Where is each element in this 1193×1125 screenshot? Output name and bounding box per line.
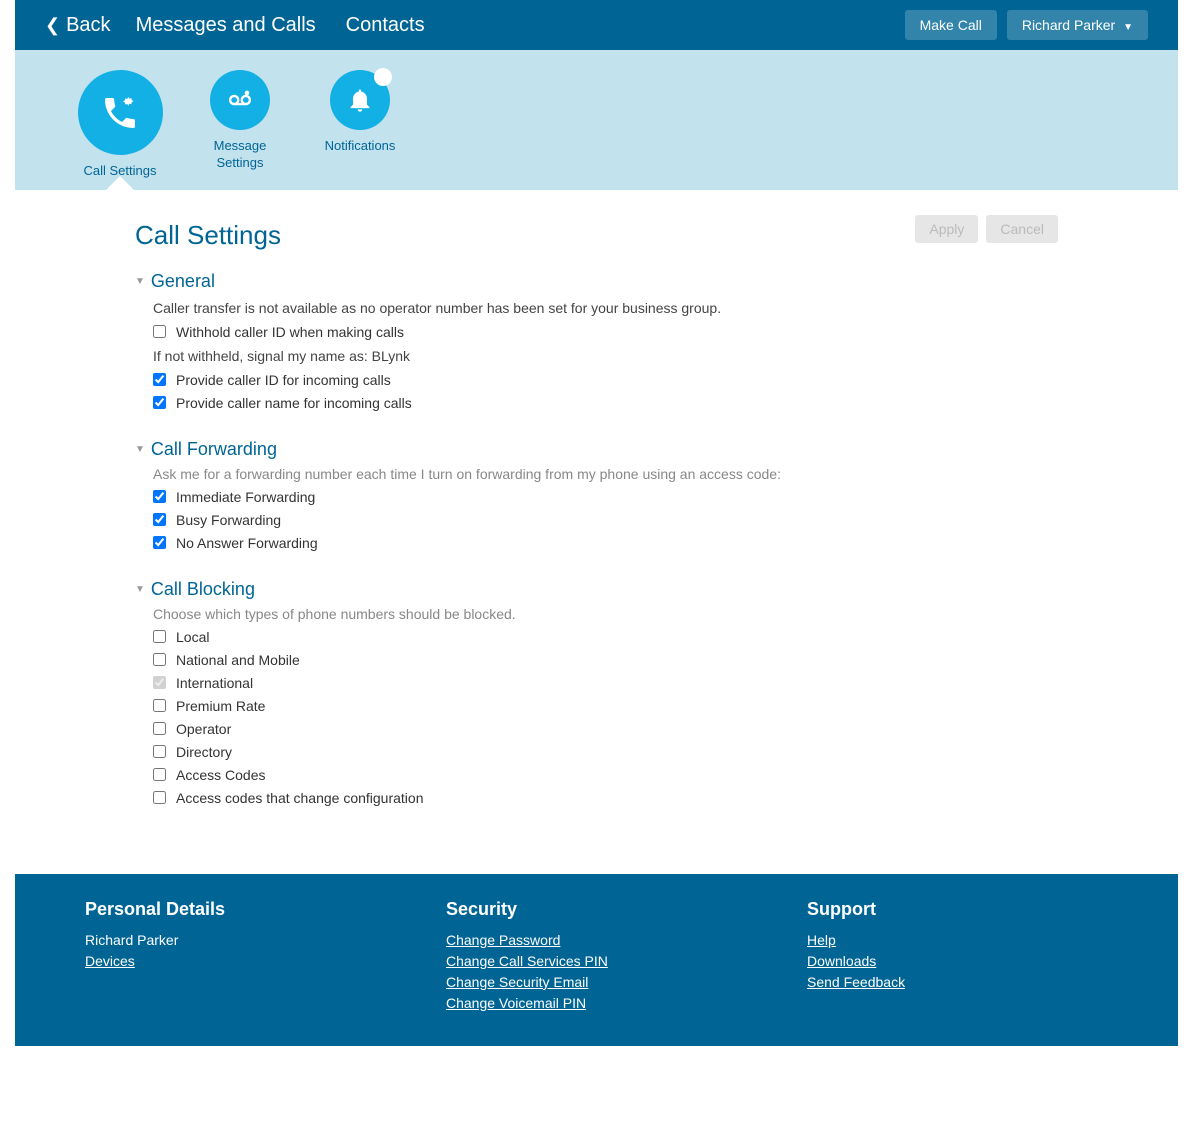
bell-icon [346,86,374,114]
section-call-blocking: ▼ Call Blocking Choose which types of ph… [135,579,1058,806]
footer-link[interactable]: Change Call Services PIN [446,953,747,969]
checkbox-label: Premium Rate [176,698,265,714]
checkbox-label: Access Codes [176,767,265,783]
tab-label: Message Settings [195,138,285,172]
tab-message-settings[interactable]: Message Settings [195,70,285,180]
checkbox-label: Provide caller ID for incoming calls [176,372,391,388]
section-toggle-general[interactable]: ▼ General [135,271,1058,292]
apply-button[interactable]: Apply [915,215,978,243]
checkbox-label: Withhold caller ID when making calls [176,324,404,340]
section-toggle-forwarding[interactable]: ▼ Call Forwarding [135,439,1058,460]
tab-notifications[interactable]: Notifications [315,70,405,180]
checkbox-label: Local [176,629,209,645]
footer-link[interactable]: Devices [85,953,386,969]
checkbox-label: Directory [176,744,232,760]
triangle-down-icon: ▼ [135,584,145,595]
phone-gear-icon [100,93,140,133]
section-call-forwarding: ▼ Call Forwarding Ask me for a forwardin… [135,439,1058,551]
back-button[interactable]: ❮ Back [45,14,111,37]
blocking-checkbox[interactable] [153,676,166,689]
section-title: Call Blocking [151,579,255,600]
footer-link[interactable]: Downloads [807,953,1108,969]
footer-column: Security Change Password Change Call Servi… [446,899,747,1016]
check-badge-icon [374,68,392,86]
footer-heading: Support [807,899,1108,920]
footer-link[interactable]: Help [807,932,1108,948]
provide-caller-name-checkbox[interactable] [153,396,166,409]
footer-heading: Personal Details [85,899,386,920]
topbar: ❮ Back Messages and Calls Contacts Make … [15,0,1178,50]
forwarding-checkbox[interactable] [153,536,166,549]
tab-header: Call Settings Message Settings Notificat… [15,50,1178,190]
footer: Personal Details Richard Parker Devices Se… [15,874,1178,1046]
make-call-button[interactable]: Make Call [905,10,997,40]
checkbox-label: Operator [176,721,231,737]
blocking-checkbox[interactable] [153,791,166,804]
footer-column: Support Help Downloads Send Feedback [807,899,1108,1016]
checkbox-label: Immediate Forwarding [176,489,315,505]
footer-link[interactable]: Send Feedback [807,974,1108,990]
footer-link[interactable]: Change Voicemail PIN [446,995,747,1011]
blocking-checkbox[interactable] [153,745,166,758]
section-title: Call Forwarding [151,439,277,460]
forwarding-note: Ask me for a forwarding number each time… [153,466,1058,482]
checkbox-label: No Answer Forwarding [176,535,318,551]
blocking-checkbox[interactable] [153,722,166,735]
withhold-caller-id-checkbox[interactable] [153,325,166,338]
section-general: ▼ General Caller transfer is not availab… [135,271,1058,411]
blocking-note: Choose which types of phone numbers shou… [153,606,1058,622]
content: Call Settings Apply Cancel ▼ General Cal… [15,190,1178,874]
checkbox-label: Provide caller name for incoming calls [176,395,412,411]
checkbox-label: Busy Forwarding [176,512,281,528]
footer-heading: Security [446,899,747,920]
blocking-checkbox[interactable] [153,630,166,643]
caller-transfer-note: Caller transfer is not available as no o… [153,300,1058,316]
triangle-down-icon: ▼ [135,444,145,455]
voicemail-gear-icon [226,86,254,114]
footer-link[interactable]: Change Password [446,932,747,948]
footer-link[interactable]: Change Security Email [446,974,747,990]
forwarding-checkbox[interactable] [153,490,166,503]
signal-name-line: If not withheld, signal my name as: BLyn… [153,348,1058,364]
caret-down-icon: ▼ [1123,22,1133,33]
blocking-checkbox[interactable] [153,768,166,781]
back-label: Back [66,14,110,37]
nav-contacts[interactable]: Contacts [346,14,425,37]
nav-messages-and-calls[interactable]: Messages and Calls [136,14,316,37]
active-indicator [106,176,134,190]
triangle-down-icon: ▼ [135,276,145,287]
checkbox-label: International [176,675,253,691]
tab-call-settings[interactable]: Call Settings [75,70,165,180]
user-menu-button[interactable]: Richard Parker ▼ [1007,10,1148,40]
user-name: Richard Parker [1022,17,1115,33]
checkbox-label: Access codes that change configuration [176,790,424,806]
footer-column: Personal Details Richard Parker Devices [85,899,386,1016]
forwarding-checkbox[interactable] [153,513,166,526]
provide-caller-id-checkbox[interactable] [153,373,166,386]
footer-text: Richard Parker [85,932,386,948]
checkbox-label: National and Mobile [176,652,300,668]
cancel-button[interactable]: Cancel [986,215,1058,243]
section-title: General [151,271,215,292]
chevron-left-icon: ❮ [45,15,60,36]
blocking-checkbox[interactable] [153,699,166,712]
blocking-checkbox[interactable] [153,653,166,666]
section-toggle-blocking[interactable]: ▼ Call Blocking [135,579,1058,600]
tab-label: Notifications [325,138,396,155]
